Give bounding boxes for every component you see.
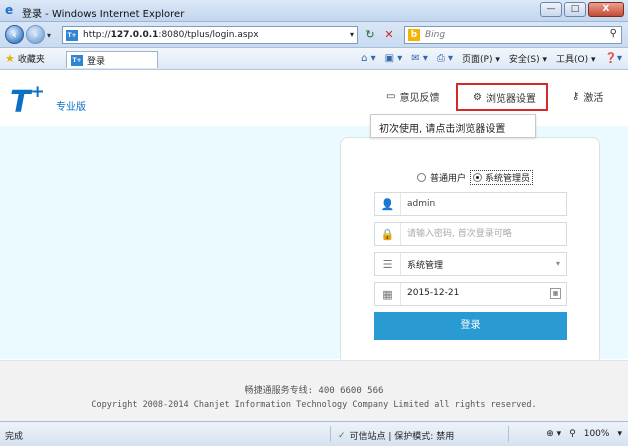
username-field[interactable]: 👤 <box>374 192 567 216</box>
password-field[interactable]: 🔒 <box>374 222 567 246</box>
window-titlebar: e 登录 - Windows Internet Explorer — □ X <box>0 0 628 22</box>
chevron-down-icon[interactable]: ▾ <box>556 259 560 268</box>
username-input[interactable] <box>407 197 557 211</box>
account-select[interactable]: ☰ 系统管理 ▾ <box>374 252 567 276</box>
copyright-text: Copyright 2008-2014 Chanjet Information … <box>91 400 537 410</box>
zoom-level[interactable]: 100% <box>584 429 610 439</box>
site-favicon-icon: T+ <box>66 30 78 41</box>
page-menu[interactable]: 页面(P) ▾ <box>462 52 500 65</box>
date-value: 2015-12-21 <box>407 288 460 298</box>
role-selector: 普通用户 系统管理员 <box>417 170 534 185</box>
security-zone[interactable]: ✓ 可信站点 | 保护模式: 禁用 <box>338 429 454 443</box>
window-controls: — □ X <box>540 2 624 17</box>
address-bar[interactable]: T+ http://127.0.0.1:8080/tplus/login.asp… <box>62 26 358 44</box>
feeds-icon[interactable]: ▣ ▾ <box>385 53 403 64</box>
help-icon[interactable]: ❓▾ <box>605 53 622 64</box>
login-button[interactable]: 登录 <box>374 312 567 340</box>
user-icon: 👤 <box>375 193 401 215</box>
maximize-button[interactable]: □ <box>564 2 586 17</box>
ie-logo-icon: e <box>5 3 14 17</box>
history-dropdown-icon[interactable]: ▾ <box>47 31 51 40</box>
gear-icon: ⚙ <box>473 91 482 103</box>
refresh-icon[interactable]: ↻ <box>362 27 378 43</box>
browser-settings-link[interactable]: ⚙ 浏览器设置 <box>456 83 548 111</box>
password-input[interactable] <box>407 227 557 241</box>
lock-icon: 🔒 <box>375 223 401 245</box>
close-button[interactable]: X <box>588 2 624 17</box>
feedback-link[interactable]: ▭ 意见反馈 <box>386 89 439 104</box>
date-field[interactable]: ▦ 2015-12-21 ▦ <box>374 282 567 306</box>
search-input[interactable] <box>425 28 595 42</box>
radio-admin-label[interactable]: 系统管理员 <box>485 171 530 184</box>
star-icon: ★ <box>5 52 15 65</box>
list-icon: ☰ <box>375 253 401 275</box>
favorites-button[interactable]: ★ 收藏夹 <box>5 52 45 65</box>
radio-admin-focus[interactable]: 系统管理员 <box>470 170 534 185</box>
address-toolbar: ‹ › ▾ T+ http://127.0.0.1:8080/tplus/log… <box>0 22 628 48</box>
zoom-icon: ⚲ <box>569 429 576 439</box>
print-icon[interactable]: ⎙ ▾ <box>437 53 453 64</box>
window-title: 登录 - Windows Internet Explorer <box>22 9 185 20</box>
page-content: T+ 专业版 ▭ 意见反馈 ⚙ 浏览器设置 ⚷ 激活 普通用户 系统管理员 👤 <box>0 71 628 421</box>
page-footer: 畅捷通服务专线: 400 6600 566 Copyright 2008-201… <box>0 360 628 421</box>
bing-logo-icon: b <box>408 29 420 41</box>
tab-favicon-icon: T+ <box>71 54 83 66</box>
radio-normal-user-label[interactable]: 普通用户 <box>430 171 466 184</box>
service-hotline: 畅捷通服务专线: 400 6600 566 <box>244 386 384 396</box>
status-text: 完成 <box>5 432 24 442</box>
browser-settings-tooltip: 初次使用, 请点击浏览器设置 <box>370 114 536 138</box>
stop-icon[interactable]: ✕ <box>381 27 397 43</box>
radio-normal-user[interactable] <box>417 173 426 182</box>
tools-menu[interactable]: 工具(O) ▾ <box>556 52 596 65</box>
grid-icon: ▦ <box>375 283 401 305</box>
feedback-icon: ▭ <box>386 91 396 102</box>
tab-label: 登录 <box>87 56 106 67</box>
zoom-control[interactable]: ⊕ ▾ ⚲ 100% ▾ <box>546 429 622 439</box>
minimize-button[interactable]: — <box>540 2 562 17</box>
status-bar: 完成 ✓ 可信站点 | 保护模式: 禁用 ⊕ ▾ ⚲ 100% ▾ <box>0 421 628 446</box>
address-url[interactable]: http://127.0.0.1:8080/tplus/login.aspx <box>83 30 259 40</box>
login-card: 普通用户 系统管理员 👤 🔒 ☰ 系统管理 ▾ ▦ 2015-12-21 ▦ 登… <box>340 137 600 365</box>
address-dropdown-icon[interactable]: ▾ <box>350 30 354 39</box>
chevron-down-icon[interactable]: ▾ <box>617 429 622 439</box>
check-icon: ✓ <box>338 430 346 441</box>
popup-icon[interactable]: ⊕ ▾ <box>546 429 561 439</box>
search-icon[interactable]: ⚲ <box>610 28 617 39</box>
command-bar: ★ 收藏夹 T+ 登录 ⌂ ▾ ▣ ▾ ✉ ▾ ⎙ ▾ 页面(P) ▾ 安全(S… <box>0 48 628 70</box>
back-button[interactable]: ‹ <box>5 25 24 44</box>
home-icon[interactable]: ⌂ ▾ <box>361 53 376 64</box>
status-separator <box>508 426 509 442</box>
command-menu: ⌂ ▾ ▣ ▾ ✉ ▾ ⎙ ▾ 页面(P) ▾ 安全(S) ▾ 工具(O) ▾ … <box>361 52 622 65</box>
edition-label: 专业版 <box>56 102 86 113</box>
search-box[interactable]: b ⚲ <box>404 26 622 44</box>
radio-admin[interactable] <box>473 173 483 182</box>
calendar-icon[interactable]: ▦ <box>550 288 561 299</box>
key-icon: ⚷ <box>572 91 580 102</box>
activate-link[interactable]: ⚷ 激活 <box>572 89 603 104</box>
safety-menu[interactable]: 安全(S) ▾ <box>509 52 547 65</box>
mail-icon[interactable]: ✉ ▾ <box>411 53 428 64</box>
tab-login[interactable]: T+ 登录 <box>66 51 158 68</box>
status-separator <box>330 426 331 442</box>
forward-button[interactable]: › <box>26 25 45 44</box>
tplus-logo: T+ <box>10 82 45 120</box>
account-select-value: 系统管理 <box>407 261 444 271</box>
